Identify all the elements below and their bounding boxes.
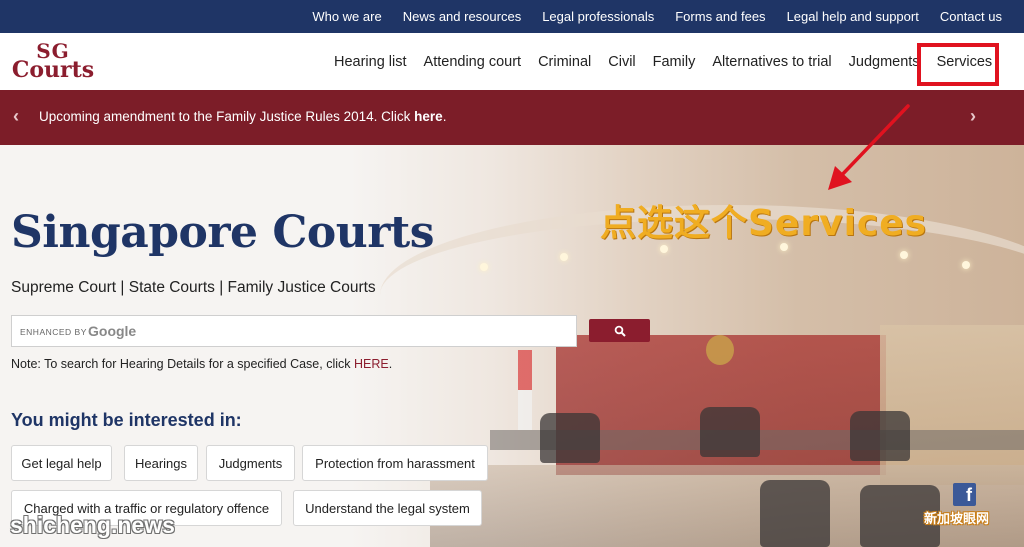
tag-get-legal-help[interactable]: Get legal help <box>11 445 112 481</box>
logo-line2: Courts <box>11 57 95 83</box>
top-link-who-we-are[interactable]: Who we are <box>312 9 381 24</box>
page-subtitle: Supreme Court | State Courts | Family Ju… <box>11 279 376 296</box>
top-link-forms-fees[interactable]: Forms and fees <box>675 9 765 24</box>
courtroom-chair <box>850 411 910 461</box>
search-button[interactable] <box>589 319 650 342</box>
flag-image <box>518 350 532 430</box>
note-text: Note: To search for Hearing Details for … <box>11 357 354 371</box>
nav-menu: Hearing list Attending court Criminal Ci… <box>334 33 992 90</box>
ceiling-lamp <box>660 245 668 253</box>
ceiling-lamp <box>480 263 488 271</box>
courtroom-chair <box>760 480 830 547</box>
top-links: Who we are News and resources Legal prof… <box>312 0 1002 33</box>
courtroom-chair <box>700 407 760 457</box>
watermark-left: shicheng.news <box>10 512 175 538</box>
courtroom-chair <box>540 413 600 463</box>
annotation-text: 点选这个Services <box>600 203 928 244</box>
ceiling-lamp <box>962 261 970 269</box>
banner-here-link[interactable]: here <box>414 109 443 124</box>
main-navbar: SG Courts Hearing list Attending court C… <box>0 33 1024 90</box>
banner-prev-chevron-icon[interactable]: ‹ <box>13 106 19 127</box>
banner-next-chevron-icon[interactable]: › <box>970 106 976 127</box>
nav-attending-court[interactable]: Attending court <box>424 54 522 70</box>
crest-image <box>706 335 734 365</box>
services-highlight-box <box>917 43 999 86</box>
nav-alternatives[interactable]: Alternatives to trial <box>712 54 831 70</box>
ceiling-lamp <box>900 251 908 259</box>
nav-civil[interactable]: Civil <box>608 54 635 70</box>
facebook-icon[interactable]: f <box>953 483 976 506</box>
tag-protection-harassment[interactable]: Protection from harassment <box>302 445 488 481</box>
announcement-banner: ‹ Upcoming amendment to the Family Justi… <box>0 90 1024 145</box>
banner-end: . <box>442 109 447 124</box>
tag-judgments[interactable]: Judgments <box>206 445 295 481</box>
sg-courts-logo[interactable]: SG Courts <box>11 41 95 83</box>
top-link-news[interactable]: News and resources <box>403 9 522 24</box>
tag-hearings[interactable]: Hearings <box>124 445 198 481</box>
watermark-right: 新加坡眼网 <box>924 511 990 526</box>
courtroom-side-wall <box>880 325 1024 485</box>
nav-criminal[interactable]: Criminal <box>538 54 591 70</box>
top-utility-bar: Who we are News and resources Legal prof… <box>0 0 1024 33</box>
page-title: Singapore Courts <box>11 207 435 258</box>
nav-family[interactable]: Family <box>653 54 696 70</box>
search-icon <box>614 325 626 337</box>
banner-message: Upcoming amendment to the Family Justice… <box>39 109 446 124</box>
ceiling-lamp <box>560 253 568 261</box>
top-link-contact[interactable]: Contact us <box>940 9 1002 24</box>
nav-judgments[interactable]: Judgments <box>849 54 920 70</box>
note-here-link[interactable]: HERE <box>354 357 389 371</box>
hearing-note: Note: To search for Hearing Details for … <box>11 357 392 371</box>
tag-understand-legal-system[interactable]: Understand the legal system <box>293 490 482 526</box>
top-link-legal-professionals[interactable]: Legal professionals <box>542 9 654 24</box>
search-enhanced-by-label: ENHANCED BY <box>20 327 87 337</box>
note-end: . <box>388 357 393 371</box>
top-link-legal-help[interactable]: Legal help and support <box>787 9 919 24</box>
banner-text: Upcoming amendment to the Family Justice… <box>39 109 415 124</box>
search-input[interactable]: ENHANCED BY Google <box>11 315 577 347</box>
google-logo: Google <box>88 323 137 339</box>
nav-hearing-list[interactable]: Hearing list <box>334 54 407 70</box>
interest-heading: You might be interested in: <box>11 410 242 430</box>
